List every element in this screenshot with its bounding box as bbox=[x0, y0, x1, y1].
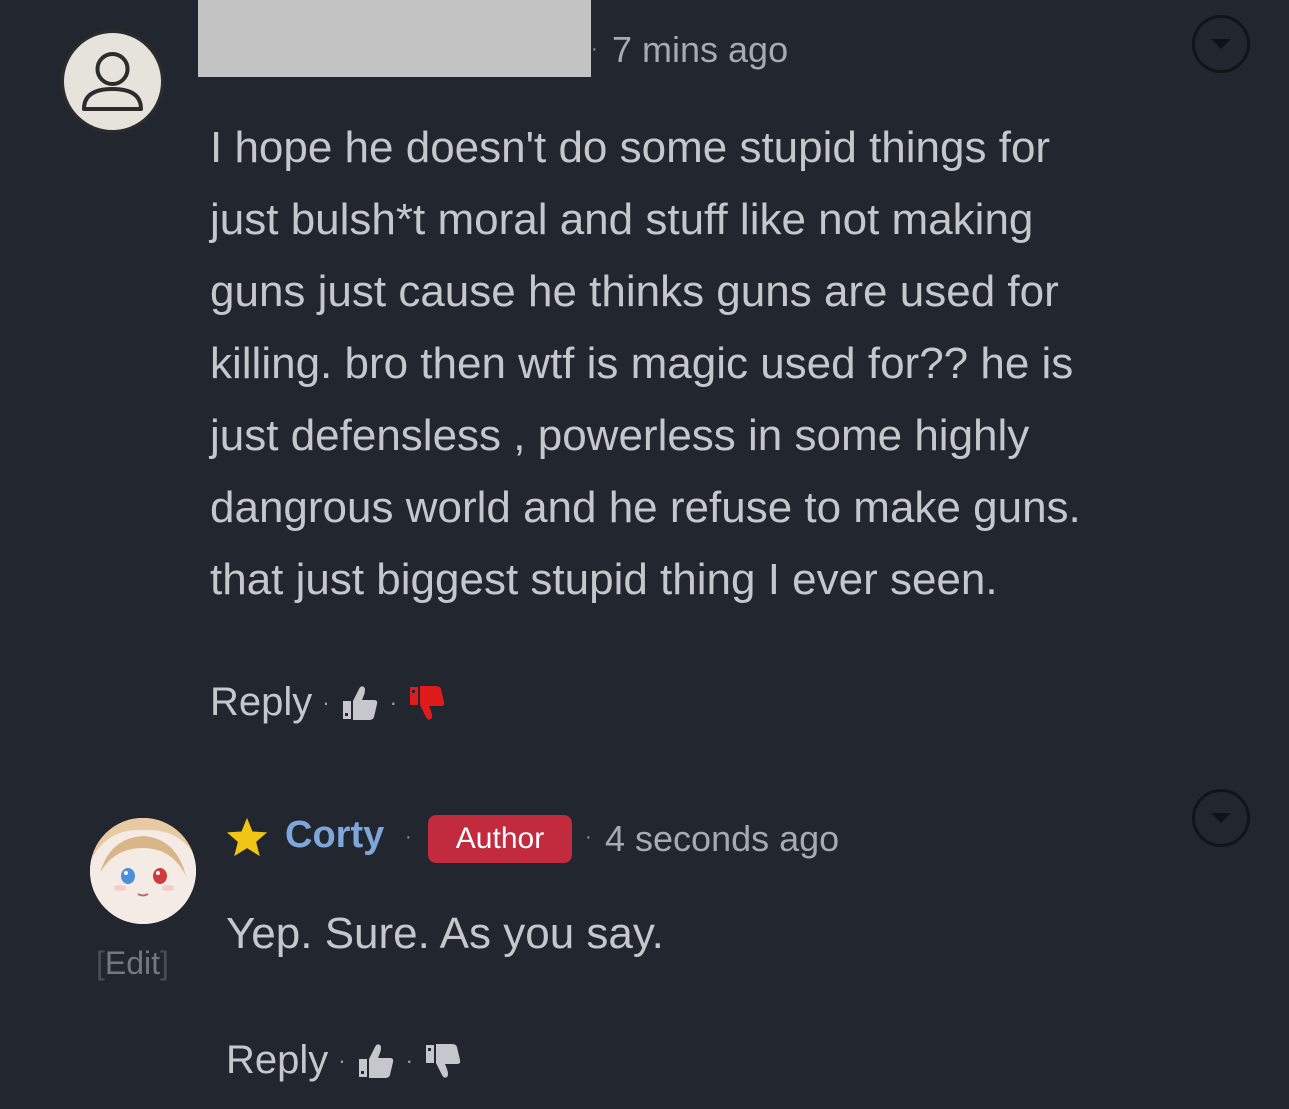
reply-options-button[interactable] bbox=[1192, 789, 1250, 847]
author-avatar[interactable] bbox=[90, 818, 196, 924]
star-icon bbox=[226, 817, 268, 857]
redacted-username bbox=[198, 0, 591, 77]
action-separator: · bbox=[322, 689, 330, 715]
meta-separator: · bbox=[591, 38, 598, 60]
thumbs-up-icon bbox=[342, 685, 377, 720]
meta-separator: · bbox=[585, 826, 592, 848]
reply-timestamp[interactable]: 4 seconds ago bbox=[605, 818, 839, 860]
comment-options-button[interactable] bbox=[1192, 15, 1250, 73]
thumbs-down-icon bbox=[425, 1043, 461, 1078]
action-separator: · bbox=[405, 1047, 413, 1073]
downvote-button[interactable] bbox=[423, 1041, 463, 1081]
anime-avatar-image bbox=[90, 818, 196, 924]
author-badge: Author bbox=[428, 815, 572, 863]
caret-down-icon bbox=[1211, 813, 1231, 823]
downvote-button[interactable] bbox=[407, 683, 447, 723]
reply-actions: Reply · · bbox=[226, 1038, 463, 1083]
reply-button[interactable]: Reply bbox=[226, 1038, 328, 1083]
reply-body: Yep. Sure. As you say. bbox=[226, 909, 664, 958]
author-badge-label: Author bbox=[455, 822, 545, 855]
upvote-button[interactable] bbox=[356, 1041, 396, 1081]
comment-body: I hope he doesn't do some stupid things … bbox=[210, 123, 1081, 604]
reply-button[interactable]: Reply bbox=[210, 680, 312, 725]
action-separator: · bbox=[338, 1047, 346, 1073]
edit-avatar-link[interactable]: [Edit] bbox=[96, 945, 169, 982]
author-username[interactable]: Corty bbox=[285, 814, 384, 857]
upvote-button[interactable] bbox=[340, 683, 380, 723]
edit-label: Edit bbox=[104, 945, 161, 981]
caret-down-icon bbox=[1211, 39, 1231, 49]
comment-actions: Reply · · bbox=[210, 680, 447, 725]
thumbs-down-icon bbox=[409, 685, 445, 720]
user-avatar[interactable] bbox=[61, 30, 164, 133]
comment-timestamp[interactable]: 7 mins ago bbox=[612, 29, 788, 71]
thumbs-up-icon bbox=[358, 1043, 393, 1078]
default-user-icon bbox=[64, 33, 161, 130]
action-separator: · bbox=[389, 689, 397, 715]
meta-separator: · bbox=[405, 826, 412, 848]
